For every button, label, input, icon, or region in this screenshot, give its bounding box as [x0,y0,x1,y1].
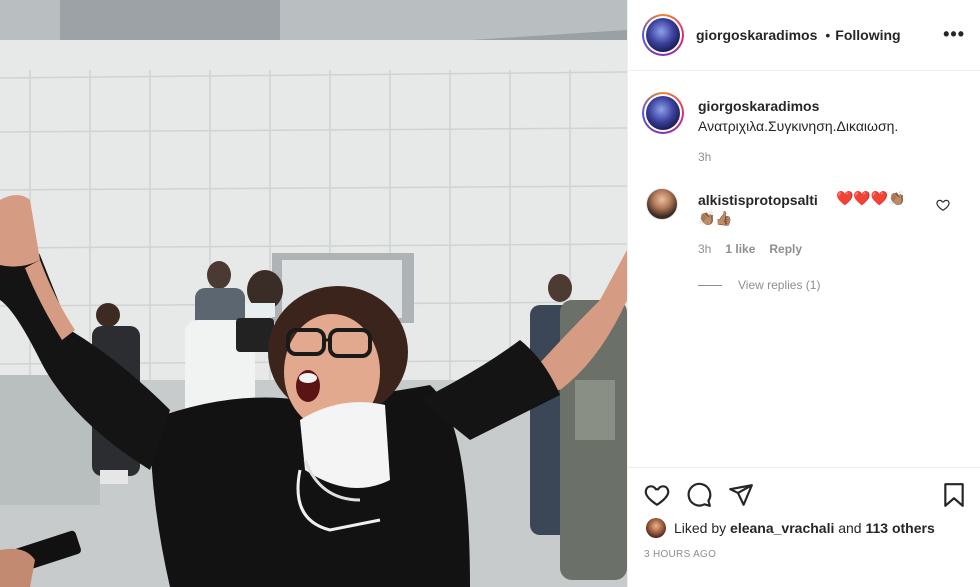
likes-summary: Liked by eleana_vrachali and 113 others [646,518,935,538]
comment-icon[interactable] [686,482,712,508]
author-username[interactable]: giorgoskaradimos [696,27,817,43]
view-replies-label: View replies (1) [738,278,821,292]
post-actions: Liked by eleana_vrachali and 113 others … [628,467,980,587]
comment-likes[interactable]: 1 like [725,242,755,256]
view-replies-button[interactable]: View replies (1) [698,278,820,292]
post-photo[interactable] [0,0,627,587]
caption-avatar[interactable] [642,92,684,134]
liked-by-prefix: Liked by [674,520,727,536]
liker-username[interactable]: eleana_vrachali [730,520,834,536]
send-icon[interactable] [728,482,754,508]
likes-others-link[interactable]: 113 others [865,520,934,536]
following-button[interactable]: Following [835,27,900,43]
header-separator: • [825,27,831,43]
liker-avatar[interactable] [646,518,666,538]
heart-icon[interactable] [644,482,670,508]
replies-divider [698,284,722,286]
caption-time[interactable]: 3h [698,150,711,164]
comment-like-heart-icon[interactable] [936,198,950,212]
caption-username[interactable]: giorgoskaradimos [698,98,819,114]
bookmark-icon[interactable] [941,482,967,508]
liked-by-middle: and [838,520,862,536]
post-age[interactable]: 3 HOURS AGO [644,549,716,560]
comment-text-line2: 👏🏽👍🏽 [698,210,733,226]
comment-time[interactable]: 3h [698,242,711,256]
comment-meta: 3h 1 like Reply [698,242,802,256]
caption-text: Ανατριχιλα.Συγκινηση.Δικαιωση. [698,118,899,134]
comment-username[interactable]: alkistisprotopsalti [698,192,818,208]
commenter-avatar[interactable] [646,188,678,220]
reply-button[interactable]: Reply [769,242,802,256]
post-side-panel: giorgoskaradimos • Following ••• giorgos… [627,0,980,587]
author-avatar[interactable] [642,14,684,56]
comment-text-line1: ❤️❤️❤️👏🏽 [836,190,906,206]
post-header: giorgoskaradimos • Following ••• [628,0,980,71]
photo-illustration [0,0,627,587]
more-horizontal-icon[interactable]: ••• [943,24,965,45]
